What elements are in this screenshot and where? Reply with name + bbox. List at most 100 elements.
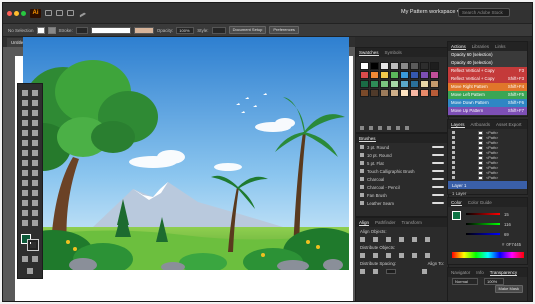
layout-icon[interactable]: [67, 10, 74, 16]
color-swatch[interactable]: [360, 89, 369, 97]
color-swatch[interactable]: [400, 62, 409, 70]
align-to-selection-icon[interactable]: [422, 268, 427, 274]
color-swatch[interactable]: [380, 62, 389, 70]
tab-actions[interactable]: Actions: [451, 44, 466, 50]
brush-item[interactable]: 10 pt. Round: [356, 151, 448, 159]
shape-builder-tool-icon[interactable]: [22, 170, 28, 176]
visibility-eye-icon[interactable]: [452, 136, 455, 139]
send-icon[interactable]: [76, 8, 87, 18]
tab-align[interactable]: Align: [359, 220, 370, 226]
perspective-grid-tool-icon[interactable]: [32, 170, 38, 176]
align-bottom-icon[interactable]: [425, 236, 430, 242]
tab-color-guide[interactable]: Color Guide: [468, 200, 492, 205]
color-swatch[interactable]: [420, 89, 429, 97]
delete-swatch-icon[interactable]: [405, 126, 409, 130]
align-left-icon[interactable]: [360, 236, 365, 242]
blend-mode-dropdown[interactable]: Normal: [452, 277, 478, 285]
tab-swatches[interactable]: Swatches: [359, 50, 379, 56]
edit-toolbar-icon[interactable]: [27, 268, 33, 274]
tab-asset-export[interactable]: Asset Export: [496, 122, 522, 127]
zoom-tool-icon[interactable]: [32, 220, 38, 226]
screen-mode-icon[interactable]: [32, 256, 38, 262]
graph-tool-icon[interactable]: [32, 200, 38, 206]
color-swatch[interactable]: [380, 80, 389, 88]
mesh-tool-icon[interactable]: [22, 180, 28, 186]
variable-width-dropdown[interactable]: [133, 26, 154, 34]
rectangle-tool-icon[interactable]: [22, 130, 28, 136]
align-middle-icon[interactable]: [412, 236, 417, 242]
swatch-libraries-icon[interactable]: [360, 126, 364, 130]
line-tool-icon[interactable]: [32, 120, 38, 126]
action-item[interactable]: Move Right Pattern Shift+F4: [448, 83, 527, 91]
align-top-icon[interactable]: [399, 236, 404, 242]
visibility-eye-icon[interactable]: [452, 176, 455, 179]
action-item[interactable]: Move Up Pattern Shift+F7: [448, 107, 527, 115]
visibility-eye-icon[interactable]: [452, 146, 455, 149]
brush-item[interactable]: Touch Calligraphic Brush: [356, 167, 448, 175]
hand-tool-icon[interactable]: [22, 220, 28, 226]
g-slider[interactable]: [466, 223, 500, 225]
artboard-tool-icon[interactable]: [22, 210, 28, 216]
selection-tool-icon[interactable]: [22, 90, 28, 96]
color-swatch[interactable]: [410, 89, 419, 97]
color-swatch[interactable]: [390, 89, 399, 97]
color-swatch[interactable]: [400, 89, 409, 97]
action-item[interactable]: Opacity 40 (selection): [448, 59, 527, 67]
direct-selection-tool-icon[interactable]: [32, 90, 38, 96]
color-swatch[interactable]: [370, 80, 379, 88]
color-swatch[interactable]: [430, 62, 439, 70]
tab-links[interactable]: Links: [495, 44, 506, 49]
brush-item[interactable]: 5 pt. Flat: [356, 159, 448, 167]
tab-transform[interactable]: Transform: [402, 220, 422, 225]
distribute-hcenter-icon[interactable]: [412, 252, 417, 258]
show-swatch-kinds-icon[interactable]: [369, 126, 373, 130]
color-swatch[interactable]: [430, 71, 439, 79]
align-right-icon[interactable]: [386, 236, 391, 242]
arrange-documents-icon[interactable]: [56, 10, 63, 16]
magic-wand-tool-icon[interactable]: [22, 100, 28, 106]
color-swatch[interactable]: [410, 71, 419, 79]
tab-info[interactable]: Info: [476, 270, 484, 275]
tab-symbols[interactable]: Symbols: [385, 50, 402, 55]
color-spectrum[interactable]: [452, 252, 524, 258]
new-color-group-icon[interactable]: [387, 126, 391, 130]
visibility-eye-icon[interactable]: [452, 131, 455, 134]
graphic-style-dropdown[interactable]: [211, 26, 226, 34]
color-swatch[interactable]: [370, 71, 379, 79]
tab-transparency[interactable]: Transparency: [489, 270, 518, 276]
visibility-eye-icon[interactable]: [452, 141, 455, 144]
color-swatch[interactable]: [410, 80, 419, 88]
symbol-sprayer-tool-icon[interactable]: [22, 200, 28, 206]
artwork-illustration[interactable]: [23, 37, 349, 270]
color-swatch[interactable]: [360, 62, 369, 70]
action-item[interactable]: Move Down Pattern Shift+F6: [448, 99, 527, 107]
color-swatch[interactable]: [400, 71, 409, 79]
tab-artboards[interactable]: Artboards: [471, 122, 491, 127]
bridge-icon[interactable]: [45, 10, 52, 16]
tab-navigator[interactable]: Navigator: [451, 270, 470, 275]
visibility-eye-icon[interactable]: [452, 156, 455, 159]
align-center-icon[interactable]: [373, 236, 378, 242]
layer-row-selected[interactable]: Layer 1: [448, 181, 527, 189]
b-slider[interactable]: [466, 233, 500, 235]
action-item[interactable]: Move Left Pattern Shift+F5: [448, 91, 527, 99]
visibility-eye-icon[interactable]: [452, 161, 455, 164]
color-swatch[interactable]: [370, 62, 379, 70]
distribute-bottom-icon[interactable]: [386, 252, 391, 258]
visibility-eye-icon[interactable]: [452, 166, 455, 169]
stroke-color-box[interactable]: [27, 239, 39, 251]
tab-layers[interactable]: Layers: [451, 122, 465, 128]
visibility-eye-icon[interactable]: [452, 151, 455, 154]
color-swatch[interactable]: [420, 62, 429, 70]
type-tool-icon[interactable]: [22, 120, 28, 126]
pencil-tool-icon[interactable]: [22, 140, 28, 146]
minimize-window-button[interactable]: [14, 10, 19, 16]
color-swatch[interactable]: [430, 80, 439, 88]
horizontal-spacing-icon[interactable]: [373, 268, 378, 274]
width-tool-icon[interactable]: [22, 160, 28, 166]
distribute-left-icon[interactable]: [399, 252, 404, 258]
tab-brushes[interactable]: Brushes: [359, 136, 376, 142]
gradient-tool-icon[interactable]: [32, 180, 38, 186]
eyedropper-tool-icon[interactable]: [22, 190, 28, 196]
zoom-window-button[interactable]: [21, 10, 26, 16]
